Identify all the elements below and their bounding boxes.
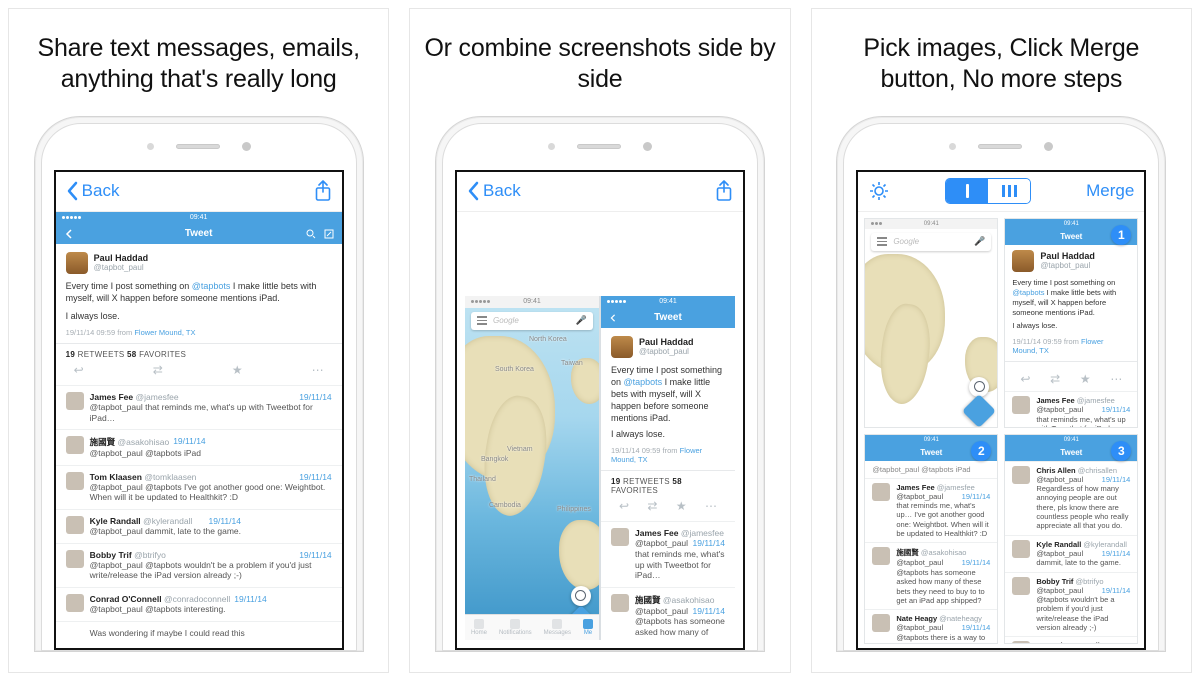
list-item: Tom Klaasen @tomklaasen19/11/14@tapbot_p… — [56, 465, 342, 509]
back-chevron-icon[interactable] — [467, 181, 479, 201]
seg-vertical[interactable] — [946, 179, 988, 203]
app-navbar: Back — [56, 172, 342, 212]
phone-sensors — [455, 138, 745, 156]
search-placeholder: Google — [493, 316, 519, 325]
thumb-tweet-2[interactable]: 09:41 Tweet @tapbot_paul @tapbots iPad J… — [864, 434, 998, 644]
thumb-map[interactable]: 09:41 Google🎤 — [864, 218, 998, 428]
context-line: @tapbot_paul @tapbots iPad — [865, 461, 997, 478]
gear-icon[interactable] — [868, 180, 890, 202]
phone-screen: Back 09:41 — [54, 170, 344, 650]
phone-frame: Back 09:41 — [34, 116, 364, 652]
side-by-side-image: 09:41 Google 🎤 North Korea — [465, 296, 735, 640]
map-tab[interactable]: Me — [583, 619, 593, 636]
back-chevron-icon[interactable] — [66, 181, 78, 201]
caption-3: Pick images, Click Merge button, No more… — [812, 9, 1191, 106]
list-item: 施國賢 @asakohisao19/11/14@tapbot_paul @tap… — [601, 587, 735, 640]
phone-screen: Back 09:41 — [455, 170, 745, 650]
phone-screen: Merge 09:41 Google🎤 — [856, 170, 1146, 650]
list-item: 施國賢 @asakohisao19/11/14@tapbot_paul @tap… — [865, 542, 997, 609]
share-icon[interactable] — [715, 180, 733, 202]
app-navbar: Back — [457, 172, 743, 212]
tweet-stats: 19 RETWEETS 58 FAVORITES — [66, 350, 332, 359]
share-icon[interactable] — [314, 180, 332, 202]
app-store-gallery: Share text messages, emails, anything th… — [0, 0, 1200, 681]
tweet-header: Tweet — [56, 224, 342, 244]
list-item: Kyle Randall @kylerandall19/11/14@tapbot… — [1005, 535, 1137, 572]
list-item: Bobby Trif @btrifyo19/11/14@tapbot_paul … — [56, 543, 342, 587]
phone-sensors — [54, 138, 344, 156]
list-item: 施國賢 @asakohisao19/11/14@tapbot_paul @tap… — [56, 429, 342, 465]
selection-badge: 3 — [1111, 441, 1131, 461]
seg-horizontal[interactable] — [988, 179, 1030, 203]
map-tabbar: Home Notifications Messages Me — [465, 614, 599, 640]
avatar — [66, 252, 88, 274]
phone-frame: Back 09:41 — [435, 116, 765, 652]
tweet-screenshot: 09:41 Tweet Paul Haddad@tapbot_paul Ever… — [600, 296, 735, 640]
stitched-image: 09:41 Tweet — [56, 212, 342, 650]
back-button[interactable]: Back — [82, 181, 120, 201]
thumb-tweet-1[interactable]: 09:41 Tweet Paul Haddad@tapbot_paul Ever… — [1004, 218, 1138, 428]
screenshot-panel-3: Pick images, Click Merge button, No more… — [811, 8, 1192, 673]
list-item: Chris Allen @chrisallen19/11/14 @tapbot_… — [1005, 461, 1137, 535]
phone-frame: Merge 09:41 Google🎤 — [836, 116, 1166, 652]
list-item: Conrad O'Connell @conradoconnell19/11/14… — [1005, 636, 1137, 643]
merge-button[interactable]: Merge — [1086, 181, 1134, 201]
mic-icon[interactable]: 🎤 — [576, 315, 587, 326]
map-tab[interactable]: Notifications — [499, 619, 532, 636]
thumb-tweet-3[interactable]: 09:41 Tweet Chris Allen @chrisallen19/11… — [1004, 434, 1138, 644]
trailing-text: Was wondering if maybe I could read this — [56, 621, 342, 650]
list-item: James Fee @jamesfee19/11/14@tapbot_paul … — [56, 385, 342, 429]
image-picker-grid: 09:41 Google🎤 09:41 Tweet — [858, 212, 1144, 650]
caption-2: Or combine screenshots side by side — [410, 9, 789, 106]
list-item: James Fee @jamesfee19/11/14@tapbot_paul … — [865, 478, 997, 543]
menu-icon[interactable] — [477, 316, 487, 325]
list-item: James Fee @jamesfee19/11/14@tapbot_paul … — [601, 521, 735, 587]
tweet-text: Every time I post something on @tapbots … — [66, 280, 332, 304]
tweet-meta: 19/11/14 09:59 from Flower Mound, TX — [66, 328, 332, 337]
list-item: Conrad O'Connell @conradoconnell19/11/14… — [56, 587, 342, 621]
map-tab[interactable]: Messages — [544, 619, 571, 636]
caption-1: Share text messages, emails, anything th… — [9, 9, 388, 106]
list-item: Kyle Randall @kylerandall19/11/14@tapbot… — [56, 509, 342, 543]
screenshot-panel-1: Share text messages, emails, anything th… — [8, 8, 389, 673]
screenshot-panel-2: Or combine screenshots side by side Back — [409, 8, 790, 673]
list-item: Bobby Trif @btrifyo19/11/14@tapbot_paul … — [1005, 572, 1137, 637]
tweet-body: Paul Haddad @tapbot_paul Every time I po… — [56, 244, 342, 385]
map-screenshot: 09:41 Google 🎤 North Korea — [465, 296, 600, 640]
map-search[interactable]: Google 🎤 — [471, 312, 593, 330]
map-tab[interactable]: Home — [471, 619, 487, 636]
list-item: Nate Heagy @nateheagy19/11/14@tapbot_pau… — [865, 609, 997, 643]
app-navbar: Merge — [858, 172, 1144, 212]
selection-badge: 1 — [1111, 225, 1131, 245]
list-item: James Fee @jamesfee19/11/14@tapbot_paul … — [1005, 391, 1137, 427]
layout-segmented-control[interactable] — [945, 178, 1031, 204]
status-time: 09:41 — [56, 214, 342, 221]
locate-icon[interactable] — [571, 586, 591, 606]
replies-list: James Fee @jamesfee19/11/14@tapbot_paul … — [56, 385, 342, 621]
status-bar: 09:41 — [56, 212, 342, 224]
phone-sensors — [856, 138, 1146, 156]
selection-badge: 2 — [971, 441, 991, 461]
back-button[interactable]: Back — [483, 181, 521, 201]
tweet-actions: ↩⇄★⋯ — [66, 359, 332, 377]
